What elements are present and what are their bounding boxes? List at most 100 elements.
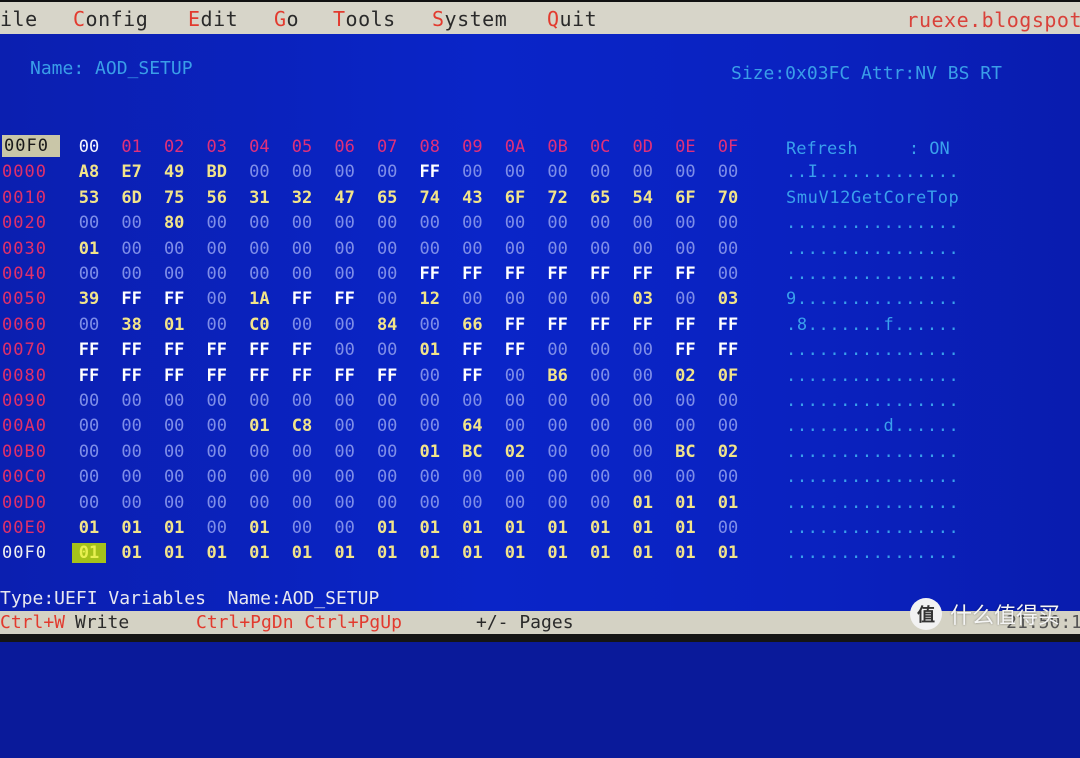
hex-byte[interactable]: 00 — [200, 213, 234, 233]
hex-byte[interactable]: FF — [285, 366, 319, 386]
hex-byte[interactable]: 02 — [711, 442, 745, 462]
hex-byte[interactable]: A8 — [72, 162, 106, 182]
hex-byte[interactable]: FF — [115, 340, 149, 360]
hex-byte[interactable]: 00 — [711, 391, 745, 411]
hex-byte[interactable]: FF — [455, 366, 489, 386]
hex-byte[interactable]: 00 — [711, 162, 745, 182]
hex-byte[interactable]: FF — [413, 264, 447, 284]
hex-byte[interactable]: 00 — [200, 467, 234, 487]
hex-byte[interactable]: 01 — [668, 493, 702, 513]
hex-byte[interactable]: FF — [370, 366, 404, 386]
page-keys[interactable]: Ctrl+PgDn Ctrl+PgUp — [196, 612, 402, 633]
menu-edit[interactable]: Edit — [188, 7, 238, 31]
hex-byte[interactable]: 00 — [583, 493, 617, 513]
hex-byte[interactable]: 00 — [200, 315, 234, 335]
hex-byte[interactable]: 00 — [413, 391, 447, 411]
hex-byte[interactable]: 00 — [370, 416, 404, 436]
hex-byte[interactable]: FF — [157, 289, 191, 309]
hex-byte[interactable]: 00 — [711, 416, 745, 436]
hex-byte[interactable]: 00 — [668, 162, 702, 182]
hex-byte[interactable]: 01 — [115, 543, 149, 563]
hex-byte[interactable]: 00 — [285, 162, 319, 182]
hex-byte[interactable]: 65 — [583, 188, 617, 208]
hex-byte[interactable]: 00 — [370, 239, 404, 259]
hex-byte[interactable]: 00 — [328, 391, 362, 411]
hex-byte[interactable]: 00 — [413, 315, 447, 335]
hex-byte[interactable]: 00 — [200, 239, 234, 259]
hex-byte[interactable]: 00 — [285, 518, 319, 538]
hex-byte[interactable]: 03 — [626, 289, 660, 309]
hex-byte[interactable]: 00 — [626, 239, 660, 259]
hex-byte[interactable]: 00 — [668, 239, 702, 259]
hex-byte[interactable]: 6D — [115, 188, 149, 208]
hex-byte[interactable]: FF — [200, 366, 234, 386]
hex-byte[interactable]: 00 — [157, 391, 191, 411]
hex-byte[interactable]: 00 — [200, 442, 234, 462]
hex-byte[interactable]: 00 — [115, 493, 149, 513]
hex-byte[interactable]: 00 — [541, 467, 575, 487]
hex-byte[interactable]: 80 — [157, 213, 191, 233]
hex-byte[interactable]: E7 — [115, 162, 149, 182]
hex-byte[interactable]: 00 — [200, 493, 234, 513]
hex-byte[interactable]: 0F — [711, 366, 745, 386]
hex-byte[interactable]: 01 — [626, 493, 660, 513]
hex-byte[interactable]: 00 — [370, 289, 404, 309]
hex-byte[interactable]: 00 — [455, 289, 489, 309]
hex-byte[interactable]: 00 — [200, 289, 234, 309]
hex-byte[interactable]: 00 — [200, 416, 234, 436]
hex-byte[interactable]: 00 — [72, 416, 106, 436]
hex-byte[interactable]: 00 — [328, 162, 362, 182]
write-key[interactable]: Ctrl+W — [0, 612, 65, 633]
hex-byte[interactable]: 00 — [200, 518, 234, 538]
hex-byte[interactable]: FF — [668, 315, 702, 335]
hex-byte[interactable]: 00 — [455, 239, 489, 259]
hex-byte[interactable]: 00 — [328, 518, 362, 538]
hex-byte[interactable]: 00 — [72, 493, 106, 513]
hex-byte[interactable]: 66 — [455, 315, 489, 335]
hex-byte[interactable]: 00 — [370, 493, 404, 513]
hex-byte[interactable]: 01 — [668, 518, 702, 538]
hex-byte[interactable]: 00 — [541, 289, 575, 309]
hex-byte[interactable]: 00 — [668, 213, 702, 233]
hex-byte[interactable]: 01 — [72, 239, 106, 259]
hex-byte[interactable]: 00 — [711, 467, 745, 487]
hex-byte[interactable]: 00 — [583, 289, 617, 309]
hex-byte[interactable]: 00 — [626, 213, 660, 233]
hex-byte[interactable]: 00 — [157, 467, 191, 487]
hex-byte[interactable]: 00 — [72, 264, 106, 284]
hex-byte[interactable]: 65 — [370, 188, 404, 208]
hex-byte[interactable]: FF — [455, 340, 489, 360]
hex-byte[interactable]: 00 — [200, 391, 234, 411]
hex-byte[interactable]: FF — [626, 264, 660, 284]
hex-byte[interactable]: 00 — [498, 416, 532, 436]
hex-byte[interactable]: 00 — [626, 340, 660, 360]
hex-byte[interactable]: 00 — [626, 442, 660, 462]
hex-byte[interactable]: FF — [541, 315, 575, 335]
hex-byte[interactable]: 00 — [328, 213, 362, 233]
hex-byte[interactable]: 38 — [115, 315, 149, 335]
menu-tools[interactable]: Tools — [333, 7, 396, 31]
hex-byte[interactable]: 01 — [242, 416, 276, 436]
hex-byte[interactable]: 00 — [370, 467, 404, 487]
hex-byte[interactable]: 49 — [157, 162, 191, 182]
hex-byte[interactable]: 01 — [626, 518, 660, 538]
hex-byte[interactable]: 01 — [455, 518, 489, 538]
hex-byte[interactable]: 00 — [157, 442, 191, 462]
hex-byte[interactable]: 00 — [115, 264, 149, 284]
hex-byte[interactable]: 00 — [498, 366, 532, 386]
hex-byte[interactable]: 01 — [455, 543, 489, 563]
hex-byte[interactable]: FF — [200, 340, 234, 360]
refresh-status[interactable]: Refresh : ON — [786, 139, 950, 159]
hex-byte[interactable]: 00 — [413, 213, 447, 233]
hex-byte[interactable]: 00 — [455, 493, 489, 513]
hex-byte[interactable]: 01 — [370, 543, 404, 563]
hex-byte[interactable]: 00 — [115, 391, 149, 411]
hex-byte[interactable]: 00 — [115, 213, 149, 233]
menu-quit[interactable]: Quit — [547, 7, 597, 31]
hex-byte[interactable]: 00 — [328, 442, 362, 462]
hex-byte[interactable]: 01 — [370, 518, 404, 538]
hex-byte[interactable]: 00 — [413, 239, 447, 259]
hex-byte[interactable]: 00 — [242, 391, 276, 411]
hex-byte[interactable]: 00 — [583, 239, 617, 259]
hex-byte[interactable]: 00 — [668, 289, 702, 309]
